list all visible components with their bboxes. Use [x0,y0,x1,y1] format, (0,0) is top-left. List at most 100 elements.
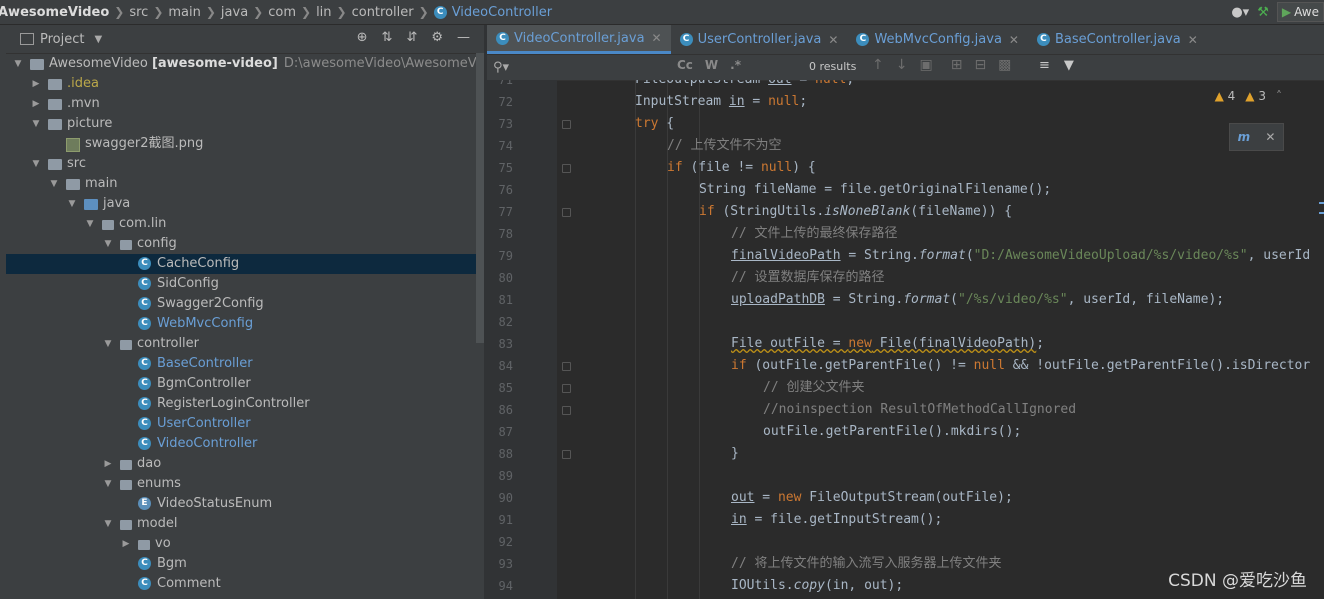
close-icon[interactable]: ✕ [1188,33,1198,47]
tree-item[interactable]: ▼ enums [6,474,484,494]
breadcrumb-item[interactable]: com [268,5,296,20]
tree-item[interactable]: C RegisterLoginController [6,394,484,414]
run-configuration-select[interactable]: ▶ Awe [1276,2,1324,22]
tree-item[interactable]: ▶ dao [6,454,484,474]
add-selection-icon[interactable]: ⊞ [951,57,963,73]
code-line[interactable]: 82 [487,311,1324,333]
expand-icon[interactable]: ⇅ [382,30,393,45]
tree-item[interactable]: ▶ vo [6,534,484,554]
gear-icon[interactable]: ⚙ [431,30,443,45]
tree-item[interactable]: ▼ config [6,234,484,254]
code-line[interactable]: 86 //noinspection ResultOfMethodCallIgnor… [487,399,1324,421]
breadcrumb-item[interactable]: java [221,5,248,20]
editor-tab[interactable]: C BaseController.java ✕ [1028,25,1207,54]
hammer-icon[interactable]: ⚒ [1257,5,1269,20]
breadcrumb-item-active[interactable]: C VideoController [433,5,552,20]
code-line[interactable]: 79 finalVideoPath = String.format("D:/Awe… [487,245,1324,267]
tree-item[interactable]: ▼ com.lin [6,214,484,234]
code-line[interactable]: 87 outFile.getParentFile().mkdirs(); [487,421,1324,443]
filter-icon[interactable]: ▼ [1064,58,1074,73]
chevron-down-icon[interactable]: ▼ [30,154,42,174]
tree-item[interactable]: ▼ java [6,194,484,214]
chevron-down-icon[interactable]: ▼ [102,474,114,494]
fold-marker-icon[interactable] [562,406,571,415]
tree-item[interactable]: C BgmController [6,374,484,394]
code-line[interactable]: 73 try { [487,113,1324,135]
crosshair-icon[interactable]: ⊕ [357,30,368,45]
chevron-right-icon[interactable]: ▶ [102,454,114,474]
tree-item[interactable]: C SidConfig [6,274,484,294]
code-line[interactable]: 83 File outFile = new File(finalVideoPath… [487,333,1324,355]
code-line[interactable]: 80 // 设置数据库保存的路径 [487,267,1324,289]
code-line[interactable]: 78 // 文件上传的最终保存路径 [487,223,1324,245]
code-line[interactable]: 90 out = new FileOutputStream(outFile); [487,487,1324,509]
code-line[interactable]: 88} [487,443,1324,465]
tree-item[interactable]: swagger2截图.png [6,134,484,154]
editor-tab[interactable]: C WebMvcConfig.java ✕ [847,25,1028,54]
user-icon[interactable]: ●▾ [1231,5,1249,20]
chevron-down-icon[interactable]: ▼ [102,514,114,534]
code-line[interactable]: 91 in = file.getInputStream(); [487,509,1324,531]
tree-item[interactable]: C VideoController [6,434,484,454]
chevron-down-icon[interactable]: ▼ [102,334,114,354]
code-line[interactable]: 89 [487,465,1324,487]
code-line[interactable]: 85 // 创建父文件夹 [487,377,1324,399]
search-icon[interactable]: ⚲▾ [493,60,509,75]
code-line[interactable]: 71 FileOutputStream out = null; [487,80,1324,91]
tree-item[interactable]: ▼ AwesomeVideo [awesome-video] D:\awesomeV… [6,54,505,74]
chevron-down-icon[interactable]: ▼ [102,234,114,254]
chevron-down-icon[interactable]: ▼ [30,114,42,134]
tree-item[interactable]: ▼ picture [6,114,484,134]
code-line[interactable]: 77 if (StringUtils.isNoneBlank(fileName))… [487,201,1324,223]
close-icon[interactable]: ✕ [828,33,838,47]
code-line[interactable]: 76 String fileName = file.getOriginalFile… [487,179,1324,201]
code-line[interactable]: 84 if (outFile.getParentFile() != null &&… [487,355,1324,377]
tree-item[interactable]: C Bgm [6,554,484,574]
tree-item[interactable]: C UserController [6,414,484,434]
breadcrumb-item[interactable]: main [168,5,200,20]
regex-toggle[interactable]: .* [730,58,741,72]
breadcrumb-item[interactable]: src [129,5,148,20]
maven-icon[interactable]: m [1238,130,1251,144]
tree-item[interactable]: E VideoStatusEnum [6,494,484,514]
tree-item[interactable]: ▼ model [6,514,484,534]
editor-tab[interactable]: C UserController.java ✕ [671,25,848,54]
breadcrumb-item[interactable]: AwesomeVideo [0,5,109,20]
next-occurrence-icon[interactable]: ↓ [896,57,908,73]
project-scrollbar[interactable] [476,53,484,343]
tree-item[interactable]: C WebMvcConfig [6,314,484,334]
breadcrumb-item[interactable]: lin [316,5,331,20]
code-line[interactable]: 75 if (file != null) { [487,157,1324,179]
code-line[interactable]: 74 // 上传文件不为空 [487,135,1324,157]
tree-item[interactable]: ▼ src [6,154,484,174]
tree-item[interactable]: ▶ .idea [6,74,484,94]
fold-marker-icon[interactable] [562,450,571,459]
chevron-right-icon[interactable]: ▶ [30,74,42,94]
select-all-occurrences-icon[interactable]: ▣ [919,57,932,73]
tree-item[interactable]: C Swagger2Config [6,294,484,314]
project-view-selector[interactable]: Project ▼ [20,32,102,47]
chevron-down-icon[interactable]: ▼ [48,174,60,194]
fold-marker-icon[interactable] [562,208,571,217]
tree-item[interactable]: ▼ main [6,174,484,194]
editor-tab[interactable]: C VideoController.java ✕ [487,25,671,54]
tree-item[interactable]: C Comment [6,574,484,594]
breadcrumb-item[interactable]: controller [352,5,414,20]
tree-item[interactable]: C BaseController [6,354,484,374]
fold-marker-icon[interactable] [562,384,571,393]
chevron-right-icon[interactable]: ▶ [30,94,42,114]
chevron-down-icon[interactable]: ▼ [66,194,78,214]
inspection-widget[interactable]: ▲ 4 ▲ 3 ˄ [1215,89,1282,103]
tree-item[interactable]: ▶ .mvn [6,94,484,114]
chevron-down-icon[interactable]: ▼ [84,214,96,234]
fold-marker-icon[interactable] [562,120,571,129]
chevron-down-icon[interactable]: ▼ [12,54,24,74]
chevron-right-icon[interactable]: ▶ [120,534,132,554]
code-line[interactable]: 81 uploadPathDB = String.format("/%s/vide… [487,289,1324,311]
fold-marker-icon[interactable] [562,362,571,371]
error-stripe-mark[interactable] [1319,212,1324,214]
code-line[interactable]: 92 [487,531,1324,553]
chevron-up-icon[interactable]: ˄ [1276,89,1282,103]
close-icon[interactable]: ✕ [652,31,662,45]
remove-selection-icon[interactable]: ⊟ [974,57,986,73]
